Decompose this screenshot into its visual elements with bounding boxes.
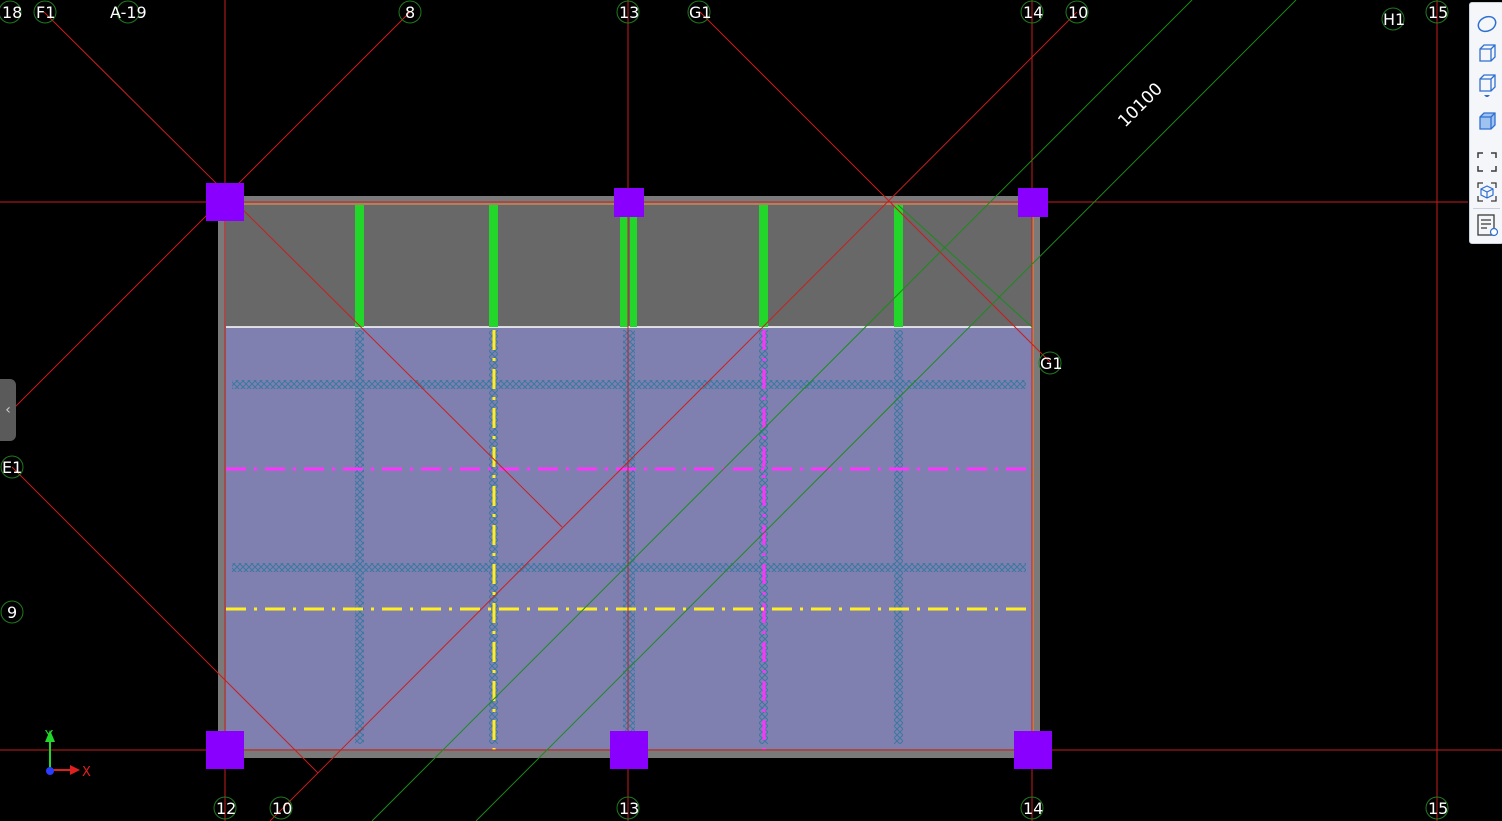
iso-view-icon[interactable] [1474,179,1500,205]
axis-label[interactable]: 10 [272,799,292,818]
ucs-y-label: Y [44,729,53,744]
wall-rebar[interactable] [489,205,498,327]
zoom-extents-icon[interactable] [1474,149,1500,175]
column[interactable] [614,188,644,217]
rebar-band-v5 [894,330,903,744]
axis-label[interactable]: 13 [619,799,639,818]
axis-label[interactable]: E1 [2,458,22,477]
toolbar-separator [1473,208,1500,209]
view-3d-icon[interactable] [1474,41,1500,67]
ucs-x-label: X [82,765,91,780]
axis-label[interactable]: 12 [216,799,236,818]
wall-rebar[interactable] [630,205,637,327]
axis-label[interactable]: 15 [1428,799,1448,818]
axis-label[interactable]: 15 [1428,3,1448,22]
column[interactable] [1018,188,1048,217]
orbit-icon[interactable] [1474,11,1500,37]
view-cube-icon[interactable] [1474,71,1500,97]
axis-label[interactable]: 14 [1023,799,1043,818]
column[interactable] [1014,731,1052,769]
axis-label[interactable]: 13 [619,3,639,22]
axis-label[interactable]: G1 [1040,354,1063,373]
axis-label[interactable]: 14 [1023,3,1043,22]
side-panel-toggle[interactable]: ‹ [0,379,16,441]
rebar-band-v3 [623,330,635,744]
axis-label[interactable]: 8 [405,3,415,22]
axis-label[interactable]: 10 [1068,3,1088,22]
properties-icon[interactable] [1474,212,1500,238]
axis-label[interactable]: 18 [2,3,22,22]
rebar-band-v1 [355,330,364,744]
cad-viewport[interactable]: 10100 18 F1 A-19 8 13 G1 14 10 H1 15 12 [0,0,1502,821]
axis-label[interactable]: H1 [1383,10,1405,29]
column[interactable] [206,731,244,769]
wall-rebar[interactable] [620,205,628,327]
view-toolbar [1469,2,1502,244]
axis-label[interactable]: A-19 [110,3,147,22]
wall-rebar[interactable] [894,205,903,327]
axis-label[interactable]: G1 [689,3,712,22]
column[interactable] [206,183,244,221]
shaded-box-icon[interactable] [1474,109,1500,135]
wall-rebar[interactable] [355,205,364,327]
wall-rebar[interactable] [759,205,768,327]
column[interactable] [610,731,648,769]
axis-label[interactable]: F1 [36,3,55,22]
axis-label[interactable]: 9 [7,603,17,622]
